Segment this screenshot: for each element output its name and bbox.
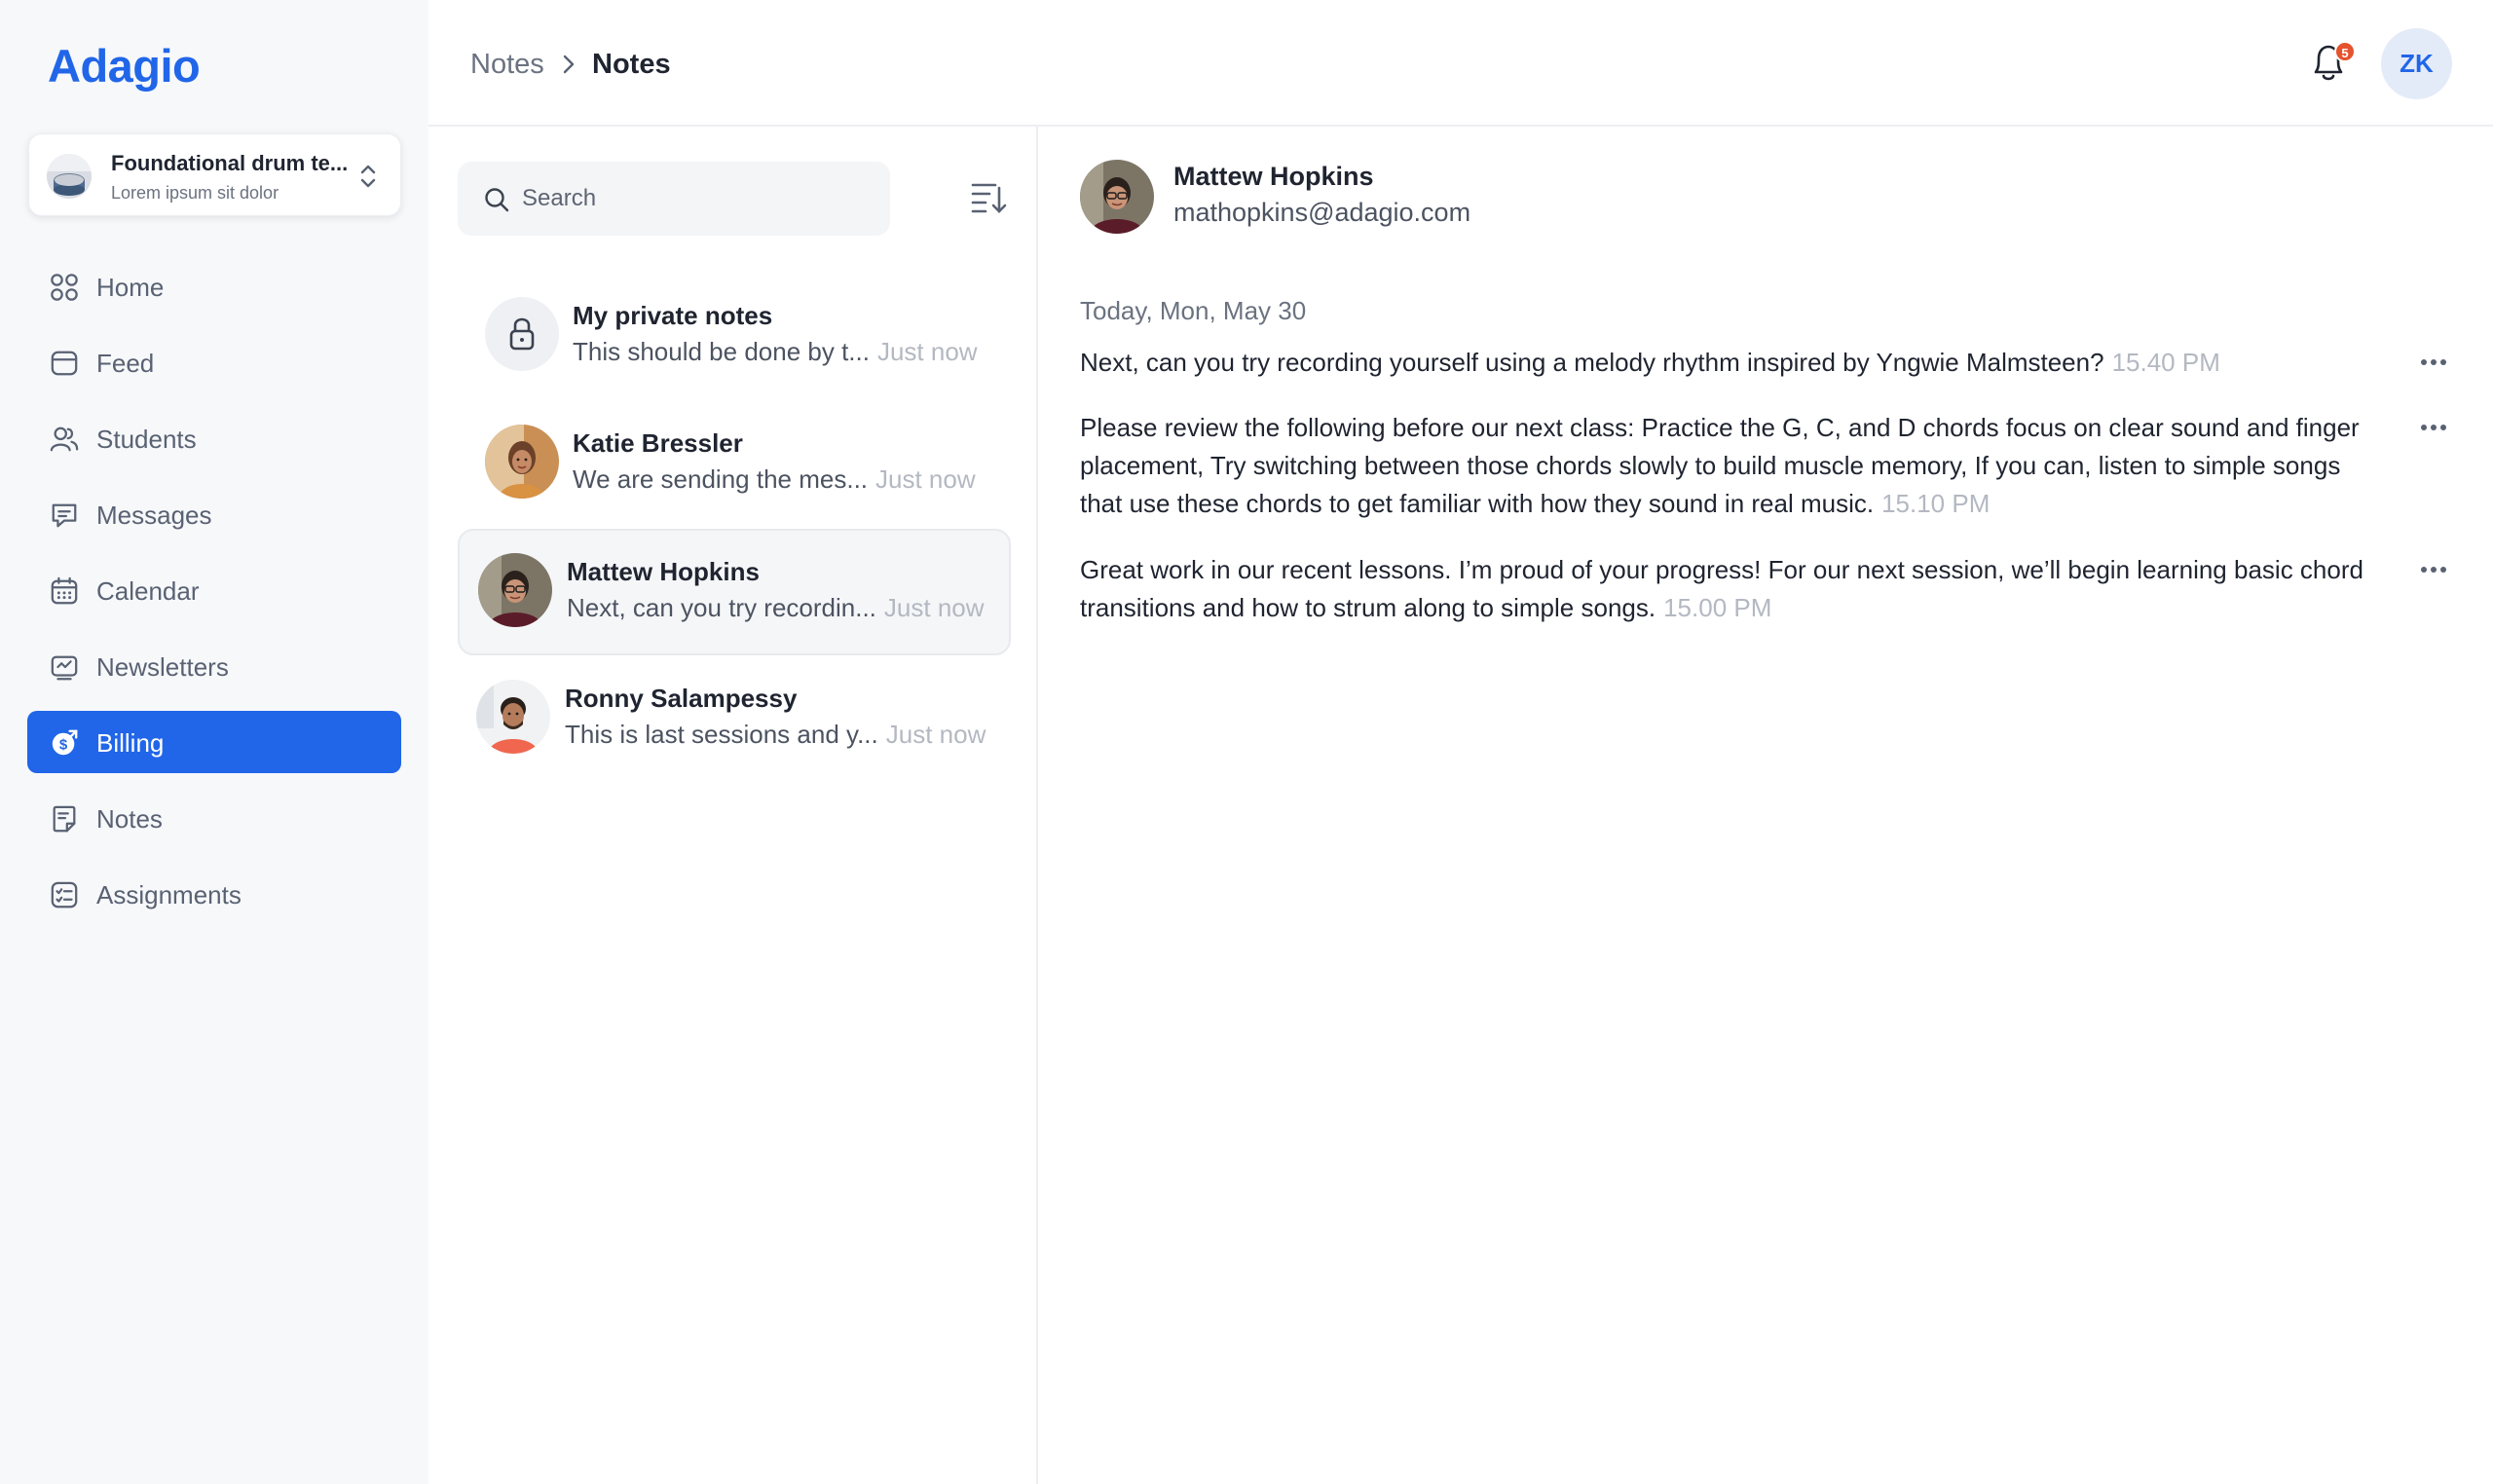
note-list-item[interactable]: My private notes This should be done by … [458, 275, 1011, 401]
more-options-icon[interactable] [2419, 355, 2448, 369]
message-time: 15.40 PM [2111, 348, 2220, 377]
billing-icon: $ [52, 729, 78, 756]
users-icon [50, 427, 79, 452]
date-separator: Today, Mon, May 30 [1080, 296, 1307, 325]
sidebar-item-assignments[interactable]: Assignments [27, 863, 401, 925]
avatar [485, 425, 559, 499]
sidebar-item-home[interactable]: Home [27, 255, 401, 317]
avatar [1080, 160, 1154, 234]
note-message: Next, can you try recording yourself usi… [1080, 344, 2385, 382]
avatar [478, 553, 552, 627]
sidebar-nav: Home Feed Students Messages Calendar New… [27, 255, 401, 939]
sidebar-item-newsletters[interactable]: Newsletters [27, 635, 401, 697]
note-time: Just now [883, 593, 985, 622]
lock-icon [509, 317, 535, 351]
sort-icon[interactable] [970, 180, 1007, 215]
sidebar-item-billing[interactable]: $ Billing [27, 711, 401, 773]
sidebar-item-students[interactable]: Students [27, 407, 401, 469]
sidebar-item-messages[interactable]: Messages [27, 483, 401, 545]
search-box [458, 162, 890, 236]
sidebar-item-label: Notes [96, 804, 163, 834]
note-preview-text: This should be done by t... [573, 337, 870, 366]
assignments-icon [51, 881, 78, 909]
message-time: 15.00 PM [1663, 593, 1772, 622]
project-subtitle: Lorem ipsum sit dolor [111, 183, 279, 203]
more-options-icon[interactable] [2419, 563, 2448, 576]
contact-email[interactable]: mathopkins@adagio.com [1173, 198, 1470, 228]
project-thumbnail [47, 154, 92, 199]
note-title: Katie Bressler [573, 428, 743, 458]
message-time: 15.10 PM [1881, 489, 1991, 518]
note-preview: This is last sessions and y... Just now [565, 720, 986, 750]
note-preview: This should be done by t... Just now [573, 337, 978, 367]
message-text: Please review the following before our n… [1080, 413, 2360, 518]
lock-avatar [485, 297, 559, 371]
sidebar: Adagio Foundational drum te... Lorem ips… [0, 0, 428, 1484]
sidebar-item-calendar[interactable]: Calendar [27, 559, 401, 621]
message-icon [52, 503, 77, 528]
user-avatar[interactable]: ZK [2381, 28, 2452, 99]
more-options-icon[interactable] [2419, 421, 2448, 434]
note-time: Just now [875, 464, 976, 494]
sidebar-item-label: Students [96, 425, 197, 454]
project-title: Foundational drum te... [111, 151, 349, 175]
message-text: Next, can you try recording yourself usi… [1080, 348, 2104, 377]
sidebar-item-label: Home [96, 273, 165, 302]
note-preview: Next, can you try recordin... Just now [567, 593, 985, 623]
grid-icon [51, 274, 78, 301]
notes-list-panel: My private notes This should be done by … [428, 127, 1038, 1484]
search-input[interactable] [522, 162, 873, 236]
note-preview-text: We are sending the mes... [573, 464, 869, 494]
feed-icon [51, 351, 78, 376]
sidebar-item-label: Newsletters [96, 652, 229, 682]
breadcrumb-parent[interactable]: Notes [470, 49, 544, 81]
note-message: Please review the following before our n… [1080, 409, 2385, 523]
top-bar: Notes Notes 5 ZK [428, 0, 2493, 127]
note-message: Great work in our recent lessons. I’m pr… [1080, 551, 2385, 627]
note-preview: We are sending the mes... Just now [573, 464, 976, 495]
notification-badge: 5 [2334, 41, 2356, 62]
note-list-item[interactable]: Katie Bressler We are sending the mes...… [458, 402, 1011, 529]
contact-name: Mattew Hopkins [1173, 162, 1374, 191]
note-title: My private notes [573, 301, 773, 330]
note-time: Just now [885, 720, 986, 749]
note-time: Just now [876, 337, 978, 366]
notes-icon [53, 805, 76, 833]
note-preview-text: Next, can you try recordin... [567, 593, 876, 622]
sidebar-item-label: Calendar [96, 576, 200, 606]
sidebar-item-feed[interactable]: Feed [27, 331, 401, 393]
sidebar-item-label: Assignments [96, 880, 242, 909]
note-detail: Mattew Hopkins mathopkins@adagio.com Tod… [1040, 127, 2493, 1484]
note-list-item[interactable]: Mattew Hopkins Next, can you try recordi… [458, 529, 1011, 655]
note-list-item[interactable]: Ronny Salampessy This is last sessions a… [458, 657, 1011, 784]
sidebar-item-label: Messages [96, 501, 212, 530]
sidebar-item-notes[interactable]: Notes [27, 787, 401, 849]
avatar [476, 680, 550, 754]
project-switcher[interactable]: Foundational drum te... Lorem ipsum sit … [28, 133, 401, 216]
sidebar-item-label: Billing [96, 728, 165, 758]
calendar-icon [51, 576, 78, 605]
newsletter-icon [51, 655, 78, 681]
sidebar-item-label: Feed [96, 349, 155, 378]
note-title: Ronny Salampessy [565, 684, 798, 713]
note-title: Mattew Hopkins [567, 557, 760, 586]
app-logo[interactable]: Adagio [48, 39, 201, 93]
chevron-right-icon [563, 55, 575, 74]
search-icon [485, 188, 509, 212]
breadcrumb-current: Notes [592, 49, 671, 80]
chevron-up-down-icon[interactable] [357, 162, 379, 191]
note-preview-text: This is last sessions and y... [565, 720, 878, 749]
svg-text:$: $ [59, 737, 68, 754]
